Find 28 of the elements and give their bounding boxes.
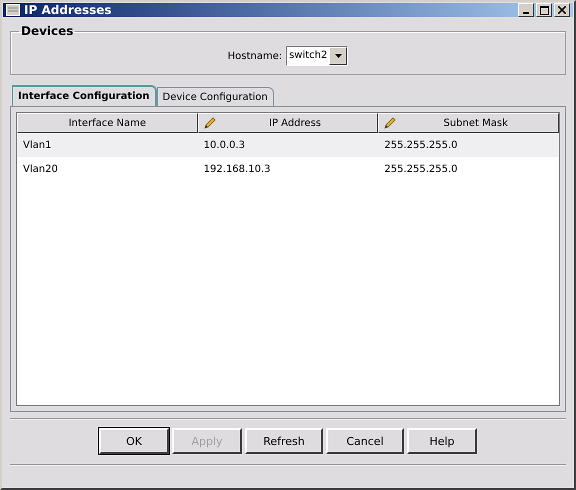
minimize-button[interactable] — [518, 3, 534, 17]
dialog-button[interactable]: Cancel — [326, 428, 404, 454]
group-title: Devices — [20, 24, 74, 38]
close-icon — [558, 6, 566, 14]
tab[interactable]: Device Configuration — [156, 87, 274, 106]
dialog-button[interactable]: Refresh — [245, 428, 323, 454]
pencil-icon — [383, 116, 398, 130]
table-cell-text: 192.168.10.3 — [202, 164, 272, 174]
maximize-icon — [540, 6, 548, 14]
table-cell-text: 255.255.255.0 — [383, 140, 459, 150]
pencil-icon — [202, 116, 217, 130]
dialog-button[interactable]: OK — [99, 428, 169, 454]
hostname-label: Hostname: — [228, 50, 282, 62]
table-cell-text: Vlan20 — [22, 164, 59, 174]
window-title: IP Addresses — [24, 3, 113, 17]
dropdown-arrow-icon — [334, 54, 342, 58]
close-button[interactable] — [554, 3, 570, 17]
dialog-button[interactable]: Help — [407, 428, 477, 454]
window-icon — [6, 4, 20, 16]
maximize-button[interactable] — [536, 3, 552, 17]
tab[interactable]: Interface Configuration — [12, 85, 157, 106]
column-header[interactable]: IP Address — [198, 113, 378, 133]
column-header[interactable]: Interface Name — [17, 113, 198, 133]
column-header[interactable]: Subnet Mask — [378, 113, 560, 133]
hostname-dropdown[interactable]: switch2 — [286, 46, 348, 66]
table-cell-text: 10.0.0.3 — [202, 140, 246, 150]
table-cell-text: Vlan1 — [22, 140, 52, 150]
table-cell-text: 255.255.255.0 — [383, 164, 459, 174]
